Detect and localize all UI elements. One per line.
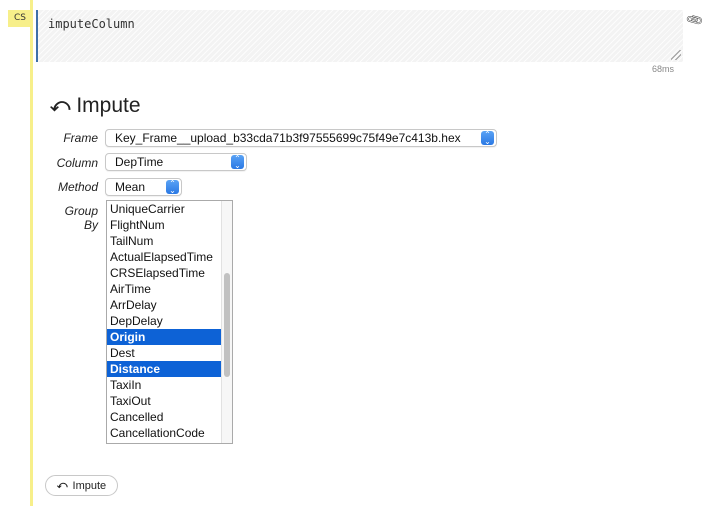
impute-button-label: Impute xyxy=(72,479,107,492)
group-by-option[interactable]: Dest xyxy=(107,345,221,361)
group-by-option[interactable]: DepDelay xyxy=(107,313,221,329)
column-label: Column xyxy=(56,156,98,170)
group-by-option[interactable]: UniqueCarrier xyxy=(107,201,221,217)
code-text[interactable]: imputeColumn xyxy=(48,17,135,31)
group-by-label: Group By xyxy=(64,204,98,232)
listbox-scrollbar[interactable] xyxy=(221,201,232,443)
group-by-option[interactable]: Origin xyxy=(107,329,221,345)
group-by-option[interactable]: ArrDelay xyxy=(107,297,221,313)
code-editor[interactable]: imputeColumn xyxy=(36,10,683,62)
method-select-value: Mean xyxy=(115,180,146,194)
column-select[interactable]: DepTime ⌃ ⌄ xyxy=(105,153,247,171)
group-by-listbox[interactable]: UniqueCarrier FlightNum TailNum ActualElaps… xyxy=(106,200,233,444)
group-by-option[interactable]: TaxiIn xyxy=(107,377,221,393)
listbox-scroll-thumb[interactable] xyxy=(224,273,230,377)
chevron-updown-icon: ⌃ ⌄ xyxy=(481,131,494,146)
group-by-option[interactable]: CancellationCode xyxy=(107,425,221,441)
group-by-option[interactable]: AirTime xyxy=(107,281,221,297)
reply-all-icon: ⤺ xyxy=(50,95,71,116)
page-title: Impute xyxy=(76,94,141,117)
frame-select-value: Key_Frame__upload_b33cda71b3f97555699c75… xyxy=(115,131,461,145)
group-by-option[interactable]: ActualElapsedTime xyxy=(107,249,221,265)
resize-grip-icon[interactable] xyxy=(671,50,681,60)
output-title: ⤺ Impute xyxy=(50,94,141,118)
group-by-option[interactable]: Distance xyxy=(107,361,221,377)
paperclip-icon[interactable]: 📎︎ xyxy=(685,10,705,30)
group-by-option[interactable]: CRSElapsedTime xyxy=(107,265,221,281)
method-label: Method xyxy=(57,180,98,194)
group-by-option[interactable]: TaxiOut xyxy=(107,393,221,409)
reply-all-icon: ⤺ xyxy=(56,480,68,491)
group-by-option[interactable]: Cancelled xyxy=(107,409,221,425)
group-by-option[interactable]: TailNum xyxy=(107,233,221,249)
group-by-option[interactable]: FlightNum xyxy=(107,217,221,233)
cell-selection-bar xyxy=(30,0,33,506)
chevron-updown-icon: ⌃ ⌄ xyxy=(231,155,244,170)
chevron-updown-icon: ⌃ ⌄ xyxy=(166,180,179,195)
frame-select[interactable]: Key_Frame__upload_b33cda71b3f97555699c75… xyxy=(105,129,497,147)
method-select[interactable]: Mean ⌃ ⌄ xyxy=(105,178,182,196)
cell-type-badge: CS xyxy=(8,10,32,27)
frame-label: Frame xyxy=(63,131,98,145)
execution-time: 68ms xyxy=(652,64,675,74)
column-select-value: DepTime xyxy=(115,155,164,169)
impute-button[interactable]: ⤺ Impute xyxy=(45,475,118,496)
